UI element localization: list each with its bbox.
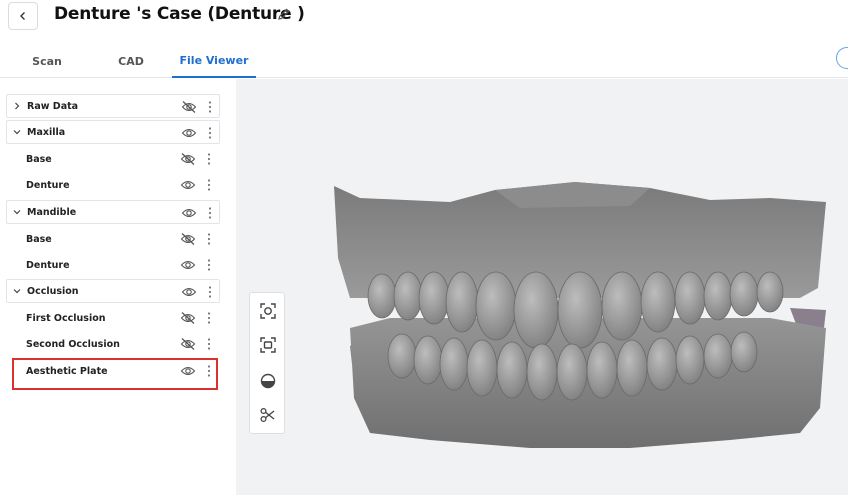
tree-item-first-occlusion[interactable]: First Occlusion xyxy=(6,306,220,330)
more-options-icon[interactable] xyxy=(206,178,212,192)
tab-cad[interactable]: CAD xyxy=(106,44,156,78)
more-options-icon[interactable] xyxy=(207,285,213,299)
eye-icon[interactable] xyxy=(181,285,197,299)
more-options-icon[interactable] xyxy=(207,126,213,140)
more-options-icon[interactable] xyxy=(207,206,213,220)
eye-icon[interactable] xyxy=(181,206,197,220)
tree-group-raw-data[interactable]: Raw Data xyxy=(6,94,220,118)
tree-item-second-occlusion[interactable]: Second Occlusion xyxy=(6,332,220,356)
more-options-icon[interactable] xyxy=(206,337,212,351)
back-button[interactable] xyxy=(8,2,38,30)
more-options-icon[interactable] xyxy=(206,232,212,246)
status-indicator[interactable] xyxy=(836,47,848,69)
more-options-icon[interactable] xyxy=(207,100,213,114)
fit-view-icon[interactable] xyxy=(258,335,278,355)
top-bar: Denture 's Case (Denture ) Scan CAD File… xyxy=(0,0,848,78)
view-toolbox xyxy=(249,292,285,434)
more-options-icon[interactable] xyxy=(206,258,212,272)
chevron-down-icon[interactable] xyxy=(7,201,27,223)
tree-group-occlusion[interactable]: Occlusion xyxy=(6,279,220,303)
tree-group-maxilla[interactable]: Maxilla xyxy=(6,120,220,144)
eye-off-icon[interactable] xyxy=(180,232,196,246)
eye-icon[interactable] xyxy=(180,178,196,192)
focus-view-icon[interactable] xyxy=(258,301,278,321)
page-title: Denture 's Case (Denture ) xyxy=(54,4,305,24)
tab-scan[interactable]: Scan xyxy=(22,44,72,78)
pencil-icon[interactable] xyxy=(276,6,292,22)
tree-group-mandible[interactable]: Mandible xyxy=(6,200,220,224)
more-options-icon[interactable] xyxy=(206,311,212,325)
tree-item-maxilla-denture[interactable]: Denture xyxy=(6,173,220,197)
tree-item-maxilla-base[interactable]: Base xyxy=(6,147,220,171)
chevron-right-icon[interactable] xyxy=(7,95,27,117)
eye-off-icon[interactable] xyxy=(180,311,196,325)
clip-plane-icon[interactable] xyxy=(258,371,278,391)
tree-item-mandible-denture[interactable]: Denture xyxy=(6,253,220,277)
chevron-down-icon[interactable] xyxy=(7,121,27,143)
eye-off-icon[interactable] xyxy=(180,152,196,166)
eye-off-icon[interactable] xyxy=(181,100,197,114)
selection-highlight-box xyxy=(12,358,218,390)
tree-item-mandible-base[interactable]: Base xyxy=(6,227,220,251)
eye-off-icon[interactable] xyxy=(180,337,196,351)
chevron-down-icon[interactable] xyxy=(7,280,27,302)
eye-icon[interactable] xyxy=(180,258,196,272)
tab-file-viewer[interactable]: File Viewer xyxy=(172,44,256,78)
eye-icon[interactable] xyxy=(181,126,197,140)
more-options-icon[interactable] xyxy=(206,152,212,166)
denture-3d-model[interactable] xyxy=(330,178,830,458)
chevron-left-icon xyxy=(20,12,25,20)
scissors-icon[interactable] xyxy=(258,405,278,425)
